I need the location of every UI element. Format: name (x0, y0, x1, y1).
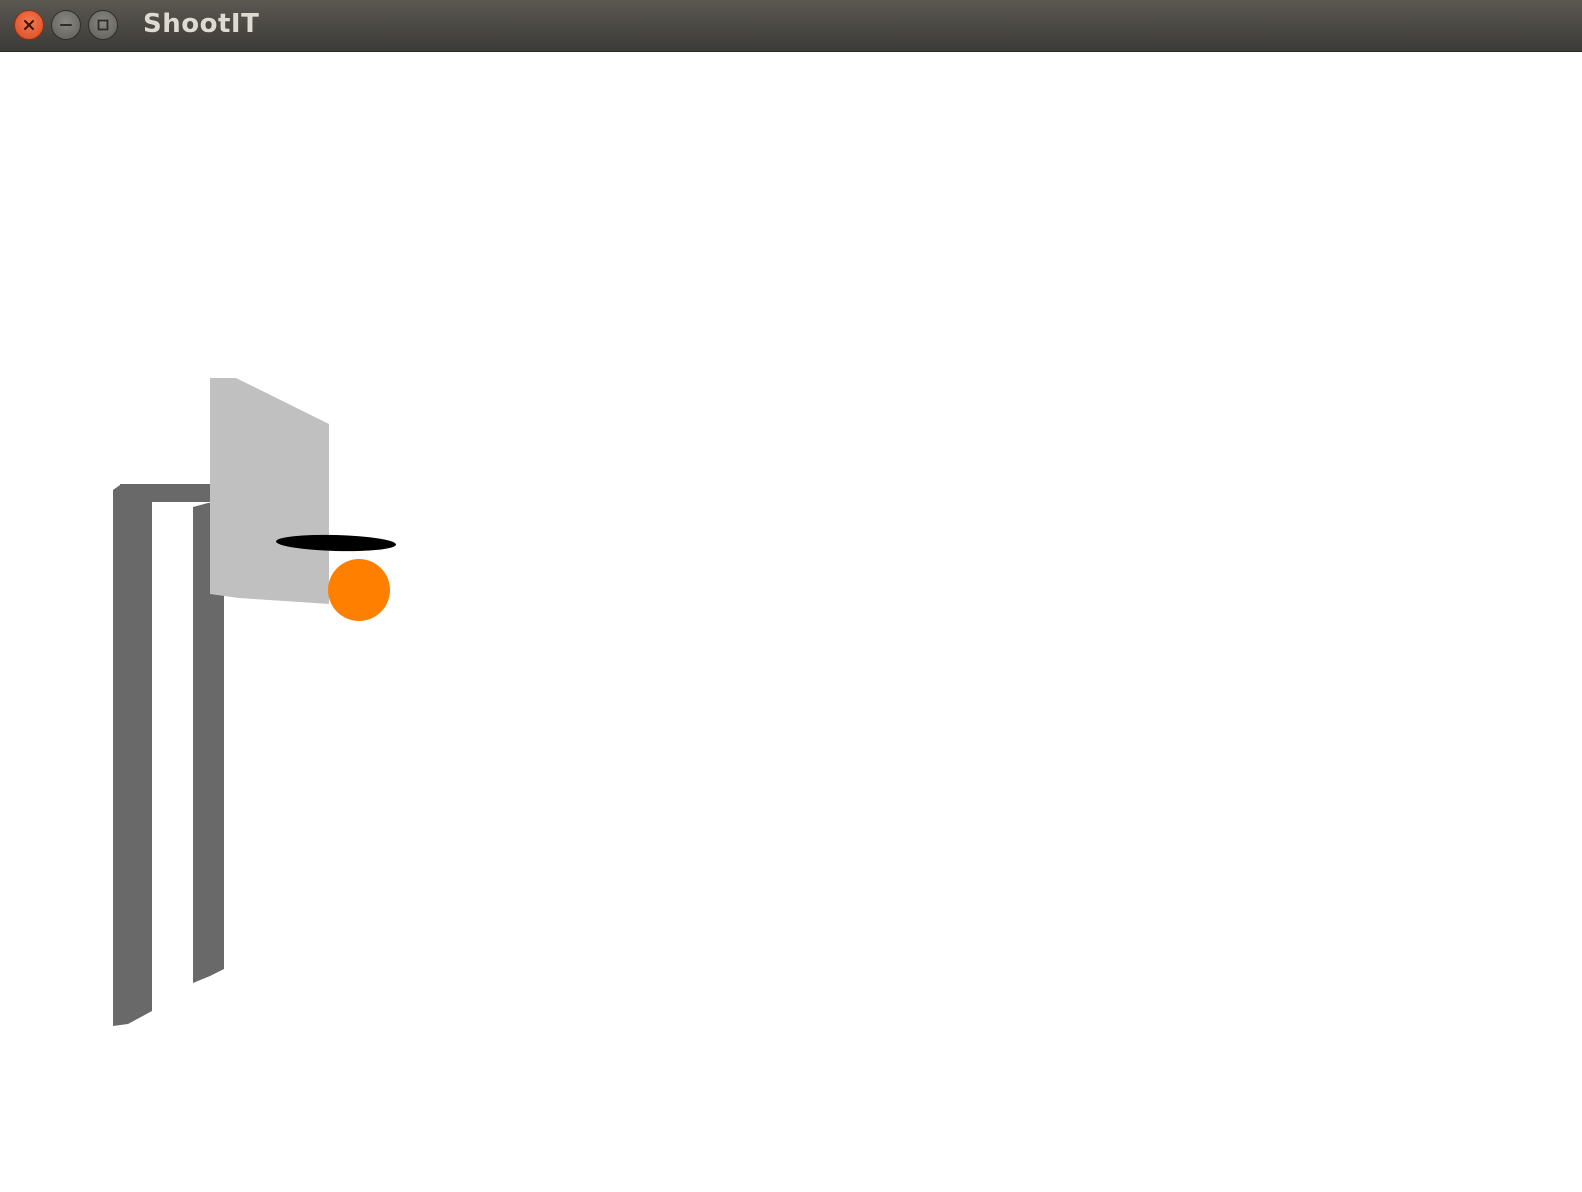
basketball[interactable] (328, 559, 390, 621)
window-title: ShootIT (143, 9, 260, 39)
close-button[interactable] (14, 10, 44, 40)
backboard (210, 378, 329, 604)
minimize-icon (60, 24, 72, 26)
maximize-button[interactable] (88, 10, 118, 40)
app-window: ShootIT (0, 0, 1582, 1192)
game-scene (113, 378, 396, 1026)
minimize-button[interactable] (51, 10, 81, 40)
title-bar[interactable]: ShootIT (0, 0, 1582, 52)
game-canvas[interactable] (0, 52, 1582, 1192)
maximize-icon (97, 19, 109, 31)
close-icon (24, 20, 34, 30)
